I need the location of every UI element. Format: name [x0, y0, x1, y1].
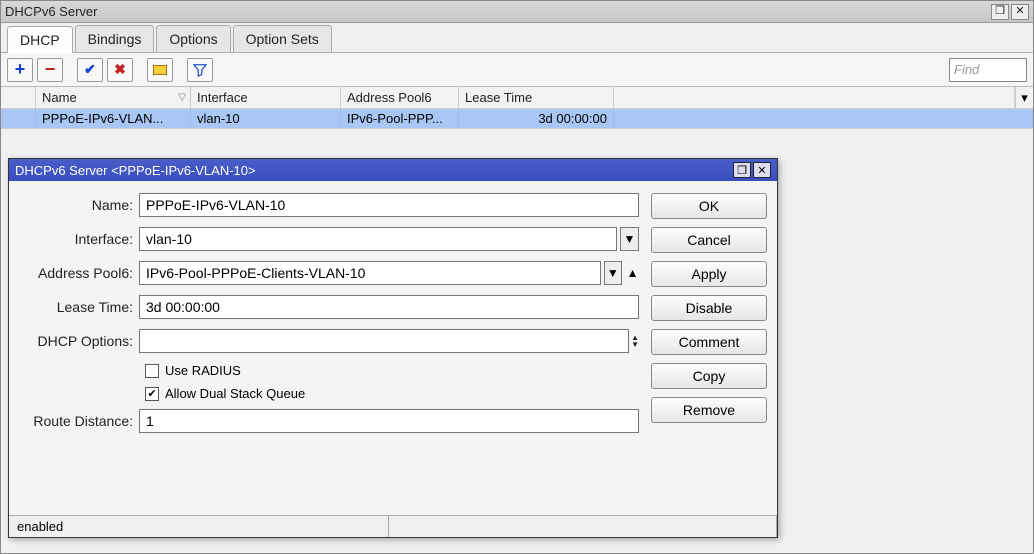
name-field[interactable]: PPPoE-IPv6-VLAN-10 [139, 193, 639, 217]
window-close-button[interactable]: ✕ [1011, 4, 1029, 20]
pool-collapse-button[interactable]: ▲ [626, 266, 639, 280]
interface-dropdown-button[interactable]: ▼ [620, 227, 639, 251]
plus-icon: + [15, 59, 26, 80]
use-radius-label: Use RADIUS [165, 363, 241, 378]
comment-button[interactable] [147, 58, 173, 82]
route-distance-field[interactable]: 1 [139, 409, 639, 433]
title-bar: DHCPv6 Server ❐ ✕ [1, 1, 1033, 23]
dhcp-options-spinner[interactable]: ▲▼ [631, 334, 639, 348]
main-window: DHCPv6 Server ❐ ✕ DHCP Bindings Options … [0, 0, 1034, 554]
name-label: Name: [19, 197, 139, 213]
row-interface-cell: vlan-10 [191, 109, 341, 128]
interface-label: Interface: [19, 231, 139, 247]
table-row[interactable]: PPPoE-IPv6-VLAN... vlan-10 IPv6-Pool-PPP… [1, 109, 1033, 129]
form-column: Name: PPPoE-IPv6-VLAN-10 Interface: vlan… [19, 193, 639, 515]
tab-option-sets[interactable]: Option Sets [233, 25, 332, 52]
x-icon: ✖ [114, 61, 126, 78]
column-name[interactable]: Name▽ [36, 87, 191, 108]
apply-button[interactable]: Apply [651, 261, 767, 287]
dialog-close-button[interactable]: ✕ [753, 162, 771, 178]
row-name-cell: PPPoE-IPv6-VLAN... [36, 109, 191, 128]
row-flag-cell [1, 109, 36, 128]
column-interface[interactable]: Interface [191, 87, 341, 108]
add-button[interactable]: + [7, 58, 33, 82]
find-placeholder: Find [954, 62, 979, 77]
dialog-status-bar: enabled [9, 515, 777, 537]
funnel-icon [193, 63, 207, 77]
sort-indicator-icon: ▽ [178, 92, 186, 103]
window-restore-button[interactable]: ❐ [991, 4, 1009, 20]
minus-icon: − [45, 59, 56, 80]
remove-button[interactable]: − [37, 58, 63, 82]
column-lease[interactable]: Lease Time [459, 87, 614, 108]
route-distance-label: Route Distance: [19, 413, 139, 429]
dialog-title: DHCPv6 Server <PPPoE-IPv6-VLAN-10> [15, 163, 731, 178]
chevron-down-icon: ▼ [631, 341, 639, 348]
ok-button[interactable]: OK [651, 193, 767, 219]
dialog-button-column: OK Cancel Apply Disable Comment Copy Rem… [639, 193, 767, 515]
copy-button[interactable]: Copy [651, 363, 767, 389]
cancel-button[interactable]: Cancel [651, 227, 767, 253]
dialog-title-bar: DHCPv6 Server <PPPoE-IPv6-VLAN-10> ❐ ✕ [9, 159, 777, 181]
column-empty [614, 87, 1015, 108]
comment-icon [153, 65, 167, 75]
dhcp-options-field[interactable] [139, 329, 629, 353]
pool-dropdown-button[interactable]: ▼ [604, 261, 623, 285]
toolbar: + − ✔ ✖ Find [1, 53, 1033, 87]
disable-button[interactable]: ✖ [107, 58, 133, 82]
find-input[interactable]: Find [949, 58, 1027, 82]
comment-button[interactable]: Comment [651, 329, 767, 355]
disable-button[interactable]: Disable [651, 295, 767, 321]
tab-options[interactable]: Options [156, 25, 230, 52]
lease-field[interactable]: 3d 00:00:00 [139, 295, 639, 319]
use-radius-checkbox[interactable] [145, 364, 159, 378]
chevron-down-icon: ▼ [623, 232, 635, 246]
grid-header: Name▽ Interface Address Pool6 Lease Time… [1, 87, 1033, 109]
check-icon: ✔ [84, 61, 96, 78]
pool-field[interactable]: IPv6-Pool-PPPoE-Clients-VLAN-10 [139, 261, 601, 285]
grid-header-spacer [1, 87, 36, 108]
tab-bindings[interactable]: Bindings [75, 25, 155, 52]
chevron-down-icon: ▼ [607, 266, 619, 280]
status-text: enabled [9, 516, 389, 537]
dual-stack-checkbox[interactable]: ✔ [145, 387, 159, 401]
filter-button[interactable] [187, 58, 213, 82]
row-pool-cell: IPv6-Pool-PPP... [341, 109, 459, 128]
window-title: DHCPv6 Server [5, 4, 989, 19]
enable-button[interactable]: ✔ [77, 58, 103, 82]
pool-label: Address Pool6: [19, 265, 139, 281]
remove-button[interactable]: Remove [651, 397, 767, 423]
dhcp-server-dialog: DHCPv6 Server <PPPoE-IPv6-VLAN-10> ❐ ✕ N… [8, 158, 778, 538]
tab-dhcp[interactable]: DHCP [7, 26, 73, 53]
tab-bar: DHCP Bindings Options Option Sets [1, 23, 1033, 53]
dhcp-options-label: DHCP Options: [19, 333, 139, 349]
columns-menu-button[interactable]: ▾ [1015, 87, 1033, 108]
dual-stack-label: Allow Dual Stack Queue [165, 386, 305, 401]
lease-label: Lease Time: [19, 299, 139, 315]
interface-field[interactable]: vlan-10 [139, 227, 617, 251]
row-lease-cell: 3d 00:00:00 [459, 109, 614, 128]
dialog-restore-button[interactable]: ❐ [733, 162, 751, 178]
column-pool[interactable]: Address Pool6 [341, 87, 459, 108]
